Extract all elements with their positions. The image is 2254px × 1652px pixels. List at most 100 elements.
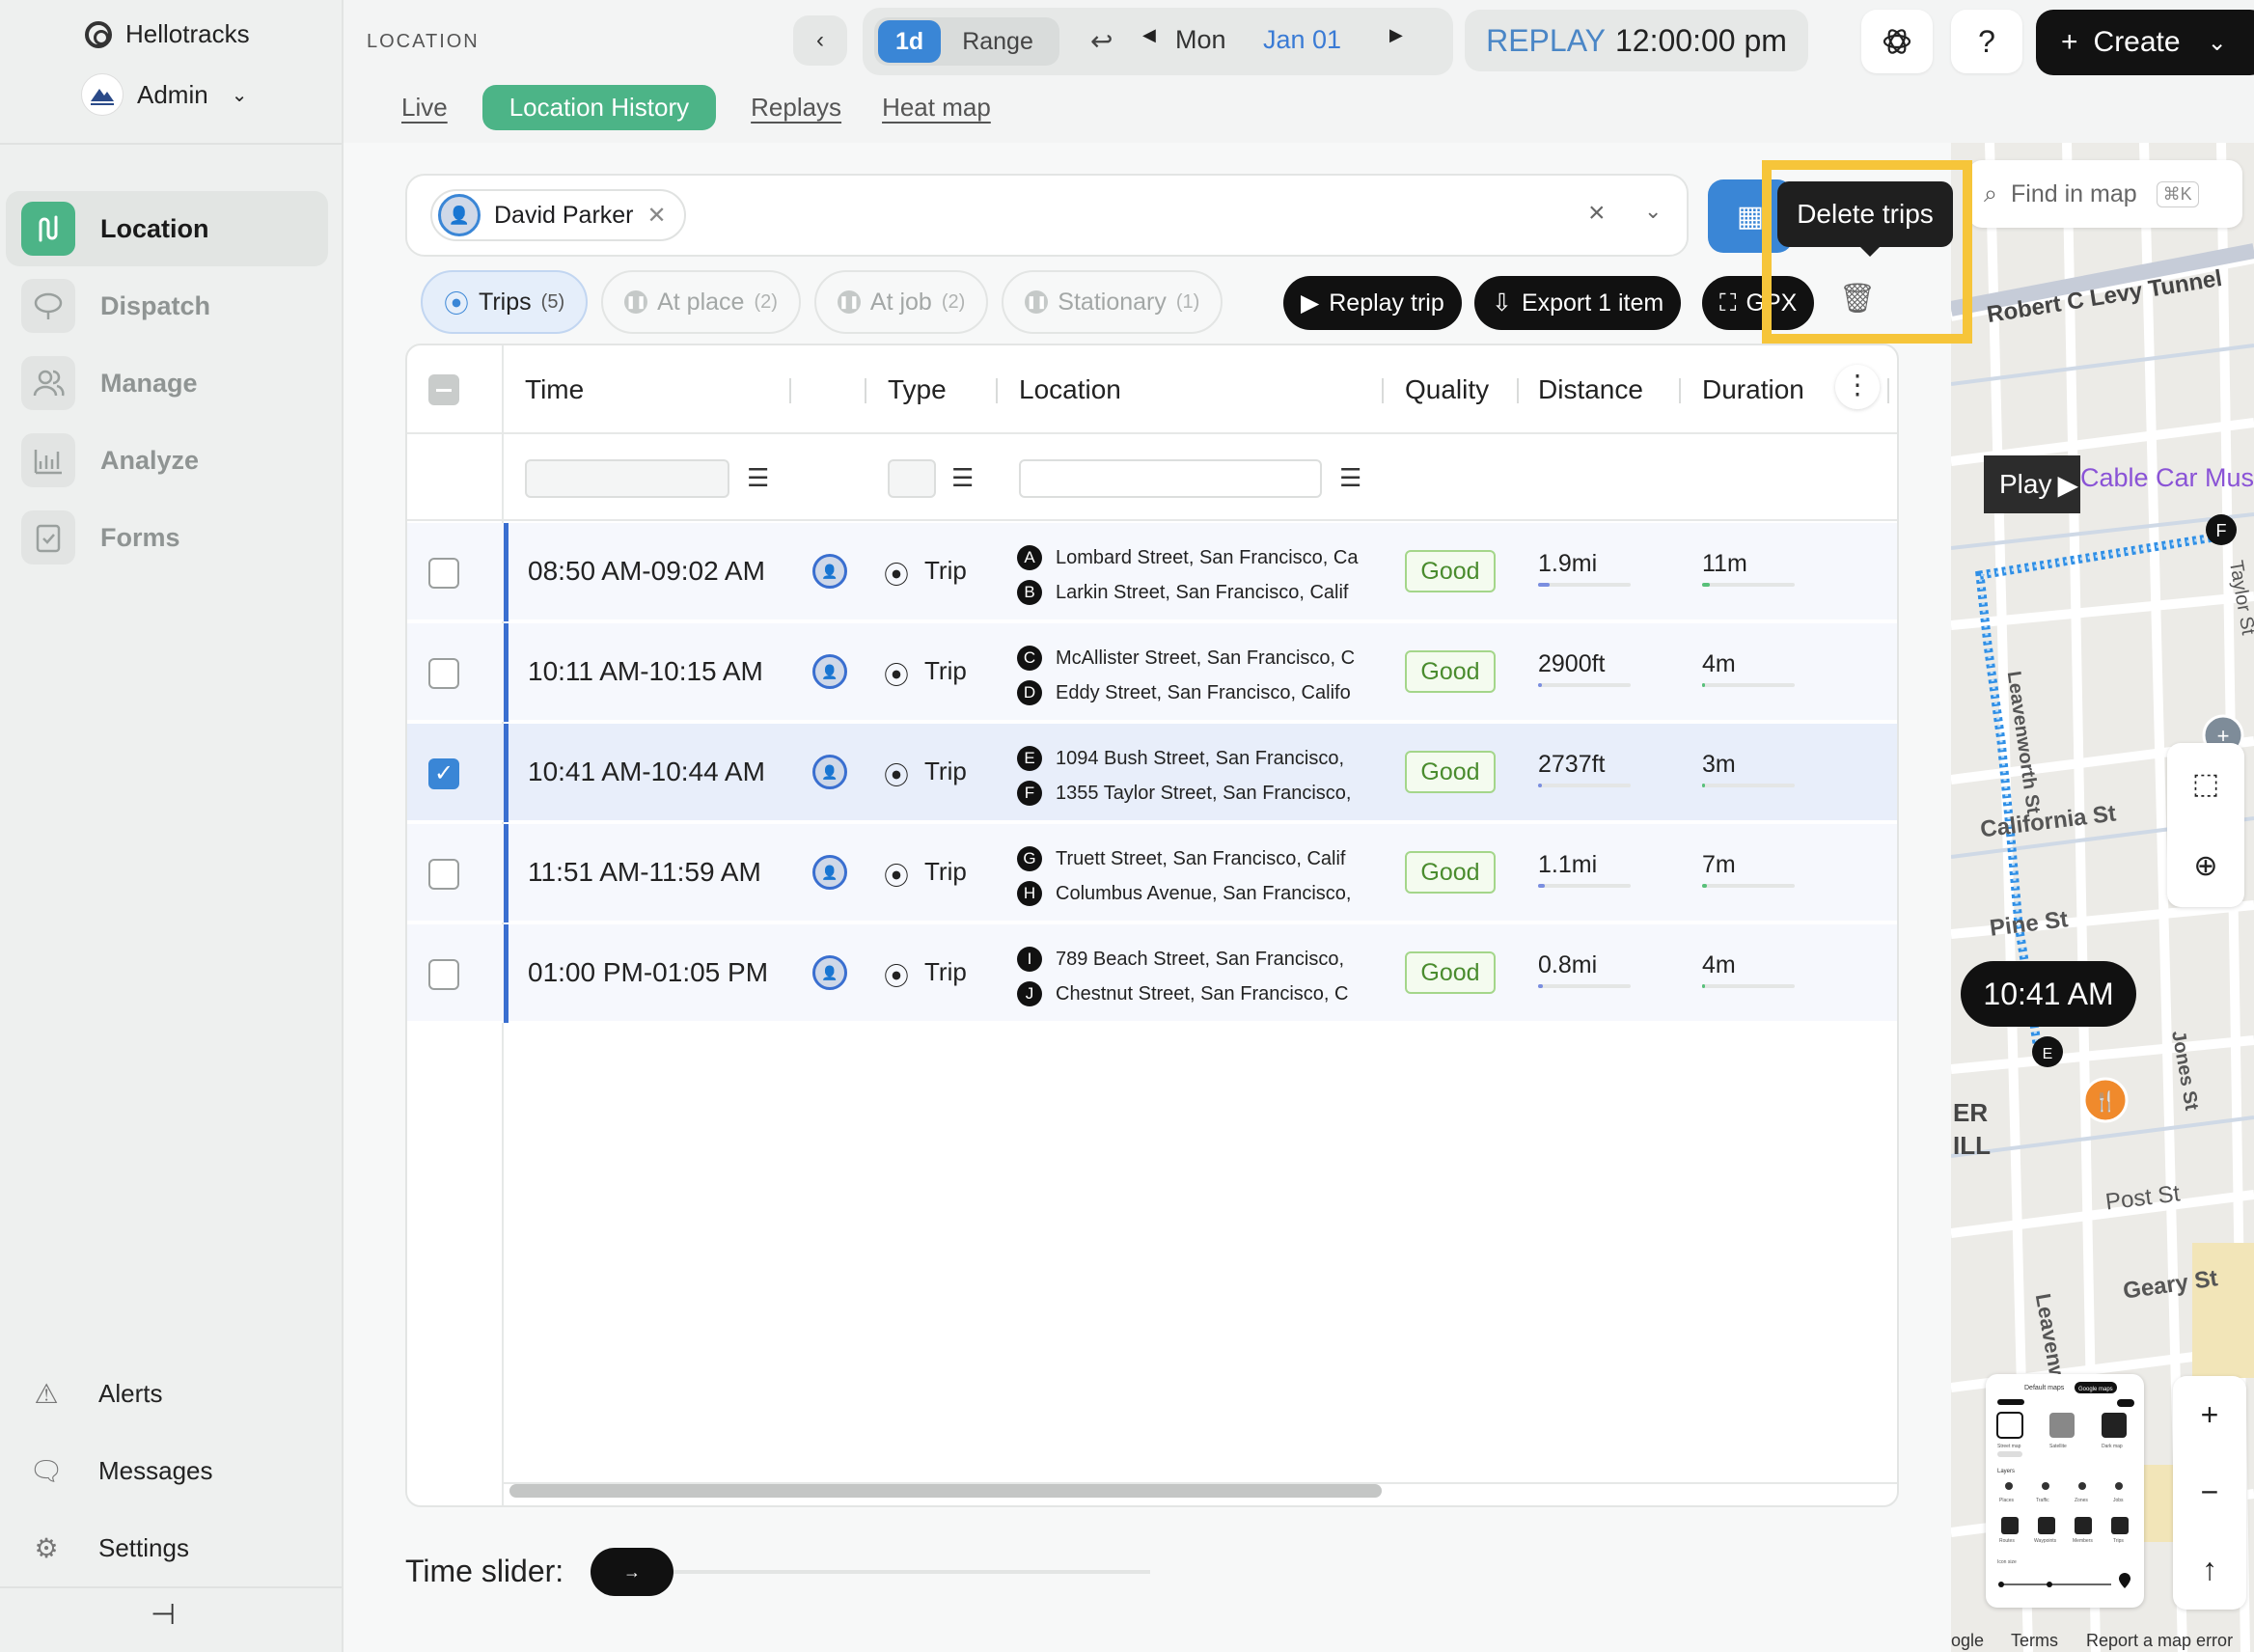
type-filter-input[interactable] bbox=[888, 459, 936, 498]
help-button[interactable]: ? bbox=[1951, 10, 2022, 73]
caret-left-icon[interactable]: ◀ bbox=[1142, 25, 1156, 45]
column-type[interactable]: Type bbox=[888, 374, 947, 405]
sidebar-item-settings[interactable]: ⚙ Settings bbox=[29, 1509, 213, 1586]
trip-type: ⦿ Trip bbox=[884, 957, 967, 993]
selected-user-name: David Parker bbox=[494, 201, 634, 229]
column-separator bbox=[1887, 378, 1889, 403]
select-area-icon[interactable]: ⬚ bbox=[2167, 743, 2244, 825]
table-row[interactable]: 10:11 AM-10:15 AM 👤 ⦿ Trip C McAllister St… bbox=[407, 623, 1897, 722]
replay-time: 12:00:00 pm bbox=[1615, 22, 1787, 58]
sidebar-item-dispatch[interactable]: Dispatch bbox=[6, 268, 328, 344]
time-slider-track[interactable] bbox=[673, 1570, 1150, 1574]
row-accent bbox=[504, 523, 509, 621]
filter-trips[interactable]: ⦿ Trips (5) bbox=[421, 270, 589, 334]
time-slider-handle[interactable]: → bbox=[591, 1548, 673, 1596]
remove-user-icon[interactable]: ✕ bbox=[647, 202, 667, 230]
current-position-time: 10:41 AM bbox=[1961, 961, 2136, 1027]
selected-user-chip[interactable]: 👤 David Parker ✕ bbox=[430, 189, 686, 241]
sidebar-item-alerts[interactable]: ⚠ Alerts bbox=[29, 1355, 213, 1432]
map-search[interactable]: ⌕ Find in map ⌘K bbox=[1968, 160, 2242, 228]
filter-icon[interactable]: ☰ bbox=[951, 463, 974, 493]
horizontal-scrollbar[interactable] bbox=[509, 1484, 1382, 1498]
clear-icon[interactable]: × bbox=[1588, 197, 1606, 230]
filter-icon[interactable]: ☰ bbox=[747, 463, 769, 493]
map-layers-card[interactable]: Default maps Google maps Street map Sate… bbox=[1986, 1374, 2144, 1608]
replay-label: REPLAY bbox=[1486, 22, 1606, 58]
ai-assistant-button[interactable] bbox=[1861, 10, 1933, 73]
map-tools: ⬚ ⊕ bbox=[2167, 743, 2244, 907]
map-search-placeholder: Find in map bbox=[2011, 179, 2137, 207]
sidebar-item-label: Dispatch bbox=[100, 290, 211, 320]
map-play-button[interactable]: Play ▶ bbox=[1984, 455, 2080, 513]
row-checkbox[interactable] bbox=[428, 959, 459, 990]
row-checkbox[interactable] bbox=[428, 859, 459, 890]
end-point-marker: H bbox=[1017, 881, 1042, 906]
map-label-er: ER bbox=[1953, 1098, 1989, 1127]
sidebar-item-forms[interactable]: Forms bbox=[6, 500, 328, 575]
time-filter-input[interactable] bbox=[525, 459, 729, 498]
tab-location-history[interactable]: Location History bbox=[481, 85, 717, 130]
layers-dark-map: Dark map bbox=[2102, 1444, 2123, 1449]
map-label-ill: ILL bbox=[1953, 1131, 1991, 1160]
filter-at-job[interactable]: ❚❚ At job (2) bbox=[813, 270, 989, 334]
zoom-in-icon[interactable]: + bbox=[2173, 1376, 2246, 1453]
chat-icon bbox=[21, 279, 75, 333]
sidebar-item-analyze[interactable]: Analyze bbox=[6, 423, 328, 498]
tab-live[interactable]: Live bbox=[396, 87, 454, 128]
account-switcher[interactable]: Admin ⌄ bbox=[81, 73, 247, 116]
sidebar-item-manage[interactable]: Manage bbox=[6, 345, 328, 421]
table-row[interactable]: 11:51 AM-11:59 AM 👤 ⦿ Trip G Truett Street… bbox=[407, 824, 1897, 922]
table-row[interactable]: 01:00 PM-01:05 PM 👤 ⦿ Trip I 789 Beach Str… bbox=[407, 924, 1897, 1023]
table-row[interactable]: 08:50 AM-09:02 AM 👤 ⦿ Trip A Lombard Stree… bbox=[407, 523, 1897, 621]
row-checkbox[interactable] bbox=[428, 658, 459, 689]
tab-heat-map[interactable]: Heat map bbox=[876, 87, 997, 128]
undo-icon[interactable]: ↩ bbox=[1090, 25, 1113, 57]
weekday: Mon bbox=[1175, 25, 1226, 54]
north-arrow-icon[interactable]: ↑ bbox=[2173, 1530, 2246, 1608]
replay-trip-button[interactable]: ▶ Replay trip bbox=[1283, 276, 1462, 330]
trip-type: ⦿ Trip bbox=[884, 656, 967, 692]
create-button[interactable]: + Create ⌄ bbox=[2036, 10, 2254, 75]
caret-right-icon[interactable]: ▶ bbox=[1389, 25, 1403, 45]
column-duration[interactable]: Duration bbox=[1702, 374, 1804, 405]
tab-replays[interactable]: Replays bbox=[745, 87, 847, 128]
column-quality[interactable]: Quality bbox=[1405, 374, 1489, 405]
end-address: Chestnut Street, San Francisco, C bbox=[1056, 982, 1349, 1005]
replay-time-display[interactable]: REPLAY 12:00:00 pm bbox=[1465, 10, 1808, 71]
chevron-down-icon[interactable]: ⌄ bbox=[1644, 199, 1662, 224]
toggle-1d[interactable]: 1d bbox=[878, 20, 942, 63]
filter-stationary[interactable]: ❚❚ Stationary (1) bbox=[1002, 270, 1223, 334]
duration-bar bbox=[1702, 884, 1795, 888]
date-picker[interactable]: Jan 01 bbox=[1263, 25, 1341, 55]
filter-at-place[interactable]: ❚❚ At place (2) bbox=[601, 270, 801, 334]
table-row[interactable]: ✓ 10:41 AM-10:44 AM 👤 ⦿ Trip E 1094 Bush S… bbox=[407, 724, 1897, 822]
sidebar-item-location[interactable]: Location bbox=[6, 191, 328, 266]
end-marker-label: F bbox=[2216, 521, 2227, 540]
report-map-error-link[interactable]: Report a map error bbox=[2086, 1631, 2233, 1651]
chevron-left-icon[interactable]: ‹ bbox=[793, 15, 847, 66]
column-menu-icon[interactable]: ⋮ bbox=[1835, 365, 1880, 409]
section-label: LOCATION bbox=[367, 31, 480, 52]
filter-icon[interactable]: ☰ bbox=[1339, 463, 1361, 493]
column-distance[interactable]: Distance bbox=[1538, 374, 1643, 405]
sidebar-item-messages[interactable]: 🗨 Messages bbox=[29, 1432, 212, 1509]
zoom-out-icon[interactable]: − bbox=[2173, 1453, 2246, 1530]
row-checkbox-checked[interactable]: ✓ bbox=[428, 758, 459, 789]
layers-default-maps: Default maps bbox=[2024, 1385, 2065, 1391]
column-time[interactable]: Time bbox=[525, 374, 584, 405]
export-button[interactable]: ⇩ Export 1 item bbox=[1474, 276, 1682, 330]
route-icon bbox=[21, 202, 75, 256]
duration-bar bbox=[1702, 683, 1795, 687]
pin-sidebar-icon[interactable]: ⊣ bbox=[151, 1598, 176, 1632]
map-terms-link[interactable]: Terms bbox=[2011, 1631, 2058, 1651]
brand[interactable]: Hellotracks bbox=[85, 19, 250, 49]
add-waypoint-icon[interactable]: ⊕ bbox=[2167, 825, 2244, 907]
filter-label: Stationary bbox=[1058, 288, 1167, 316]
chevron-down-icon: ⌄ bbox=[2207, 29, 2227, 56]
row-checkbox[interactable] bbox=[428, 558, 459, 589]
user-filter[interactable]: 👤 David Parker ✕ × ⌄ bbox=[405, 174, 1689, 257]
select-all-checkbox[interactable] bbox=[428, 374, 459, 405]
toggle-range[interactable]: Range bbox=[941, 20, 1055, 63]
column-location[interactable]: Location bbox=[1019, 374, 1121, 405]
location-filter-input[interactable] bbox=[1019, 459, 1322, 498]
